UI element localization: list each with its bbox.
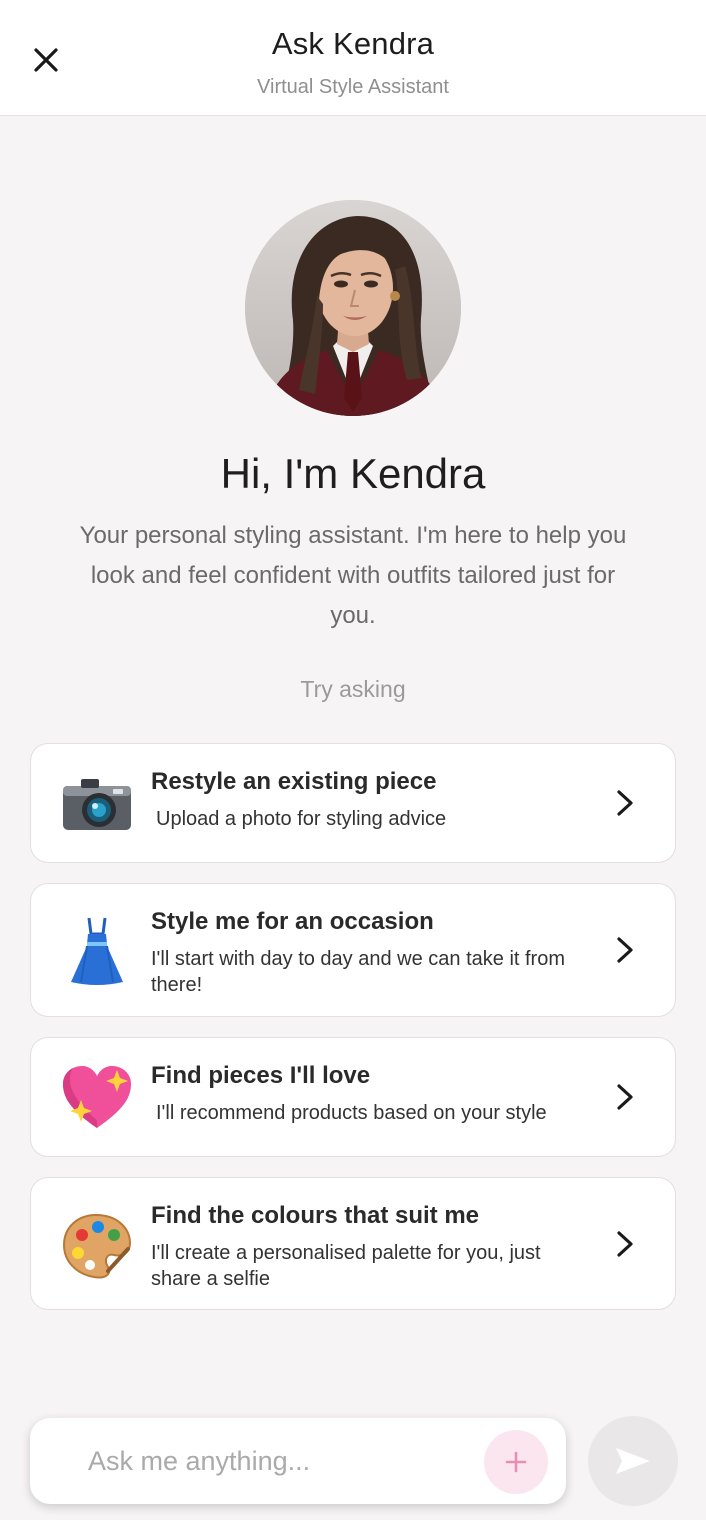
dress-icon	[61, 916, 133, 988]
card-description: I'll recommend products based on your st…	[156, 1102, 547, 1124]
chevron-right-icon	[617, 937, 633, 963]
plus-icon	[505, 1451, 527, 1473]
send-button[interactable]	[588, 1416, 678, 1506]
card-title: Style me for an occasion	[151, 908, 434, 935]
message-input[interactable]	[88, 1438, 468, 1484]
header-title: Ask Kendra	[271, 26, 435, 61]
card-description: I'll create a personalised palette for y…	[151, 1242, 541, 1290]
greeting-heading: Hi, I'm Kendra	[220, 450, 486, 497]
suggestion-card-occasion[interactable]: Style me for an occasion I'll start with…	[30, 883, 676, 1017]
card-title: Find pieces I'll love	[151, 1062, 371, 1089]
card-title: Find the colours that suit me	[151, 1202, 480, 1229]
app-header: Ask Kendra Virtual Style Assistant	[0, 0, 706, 116]
suggestion-card-restyle[interactable]: Restyle an existing piece Upload a photo…	[30, 743, 676, 863]
intro-description: Your personal styling assistant. I'm her…	[79, 522, 627, 629]
chevron-right-icon	[617, 1231, 633, 1257]
header-subtitle: Virtual Style Assistant	[257, 76, 449, 98]
suggestion-card-colours[interactable]: Find the colours that suit me I'll creat…	[30, 1177, 676, 1310]
message-composer	[30, 1418, 566, 1504]
assistant-avatar	[245, 200, 461, 416]
palette-icon	[61, 1210, 133, 1282]
send-icon	[616, 1448, 650, 1474]
chevron-right-icon	[617, 1084, 633, 1110]
try-asking-label: Try asking	[300, 676, 406, 702]
card-description: I'll start with day to day and we can ta…	[151, 948, 566, 996]
attach-button[interactable]	[484, 1430, 548, 1494]
suggestion-card-find-pieces[interactable]: Find pieces I'll love I'll recommend pro…	[30, 1037, 676, 1157]
sparkling-heart-icon	[61, 1062, 133, 1134]
camera-icon	[61, 768, 133, 840]
card-description: Upload a photo for styling advice	[156, 808, 447, 830]
card-title: Restyle an existing piece	[151, 768, 437, 795]
chevron-right-icon	[617, 790, 633, 816]
